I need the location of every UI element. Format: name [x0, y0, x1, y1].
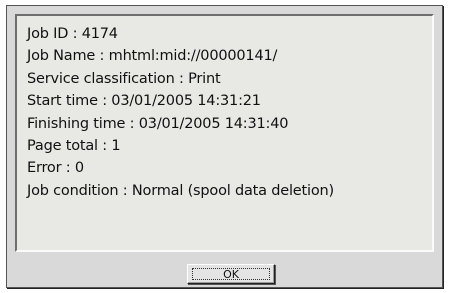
service-classification-line: Service classification : Print [27, 70, 221, 87]
job-info-dialog: Job ID : 4174 Job Name : mhtml:mid://000… [6, 5, 443, 288]
job-condition-line: Job condition : Normal (spool data delet… [27, 182, 334, 199]
job-info-list: Job ID : 4174 Job Name : mhtml:mid://000… [27, 23, 334, 202]
job-name-line: Job Name : mhtml:mid://00000141/ [27, 48, 278, 65]
job-id-line: Job ID : 4174 [27, 26, 118, 42]
start-time-line: Start time : 03/01/2005 14:31:21 [27, 93, 261, 110]
error-line: Error : 0 [27, 160, 84, 177]
finishing-time-line: Finishing time : 03/01/2005 14:31:40 [27, 115, 289, 132]
ok-button-label: OK [192, 268, 270, 281]
job-info-panel: Job ID : 4174 Job Name : mhtml:mid://000… [15, 14, 434, 252]
page-total-line: Page total : 1 [27, 137, 121, 154]
ok-button[interactable]: OK [187, 264, 275, 284]
